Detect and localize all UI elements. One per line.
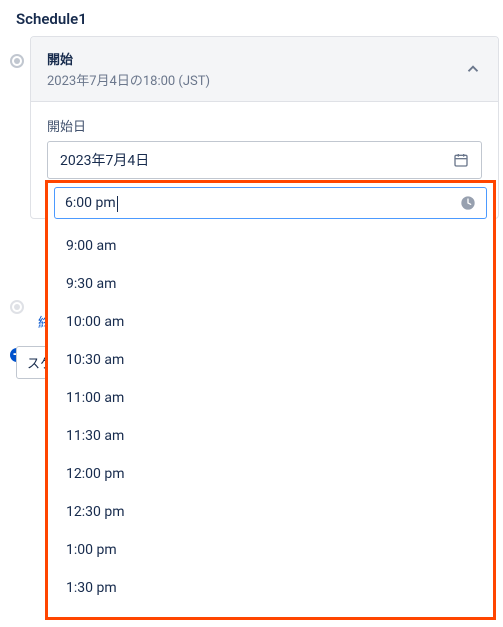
time-option[interactable]: 2:00 pm [48,607,493,617]
timeline-end-dot [10,300,24,314]
time-option[interactable]: 1:30 pm [48,569,493,607]
time-option[interactable]: 10:30 am [48,341,493,379]
clock-icon [460,195,476,211]
time-input-value: 6:00 pm [65,195,116,211]
time-option[interactable]: 12:00 pm [48,455,493,493]
calendar-icon [453,152,469,168]
start-date-input[interactable]: 2023年7月4日 [47,141,482,179]
time-options-list[interactable]: 9:00 am9:30 am10:00 am10:30 am11:00 am11… [48,223,493,617]
time-option[interactable]: 12:30 pm [48,493,493,531]
time-option[interactable]: 10:00 am [48,303,493,341]
time-picker-dropdown: 6:00 pm 9:00 am9:30 am10:00 am10:30 am11… [45,180,496,620]
time-option[interactable]: 11:30 am [48,417,493,455]
start-date-label: 開始日 [47,116,482,135]
start-date-value: 2023年7月4日 [60,150,149,170]
card-header[interactable]: 開始 2023年7月4日の18:00 (JST) [31,37,498,102]
card-header-subtitle: 2023年7月4日の18:00 (JST) [47,70,210,89]
time-option[interactable]: 11:00 am [48,379,493,417]
timeline-start-dot [10,54,24,68]
card-header-title: 開始 [47,49,210,68]
time-option[interactable]: 1:00 pm [48,531,493,569]
page-title: Schedule1 [0,0,503,36]
time-option[interactable]: 9:30 am [48,265,493,303]
time-input[interactable]: 6:00 pm [54,187,487,219]
chevron-up-icon [464,60,482,78]
time-option[interactable]: 9:00 am [48,227,493,265]
